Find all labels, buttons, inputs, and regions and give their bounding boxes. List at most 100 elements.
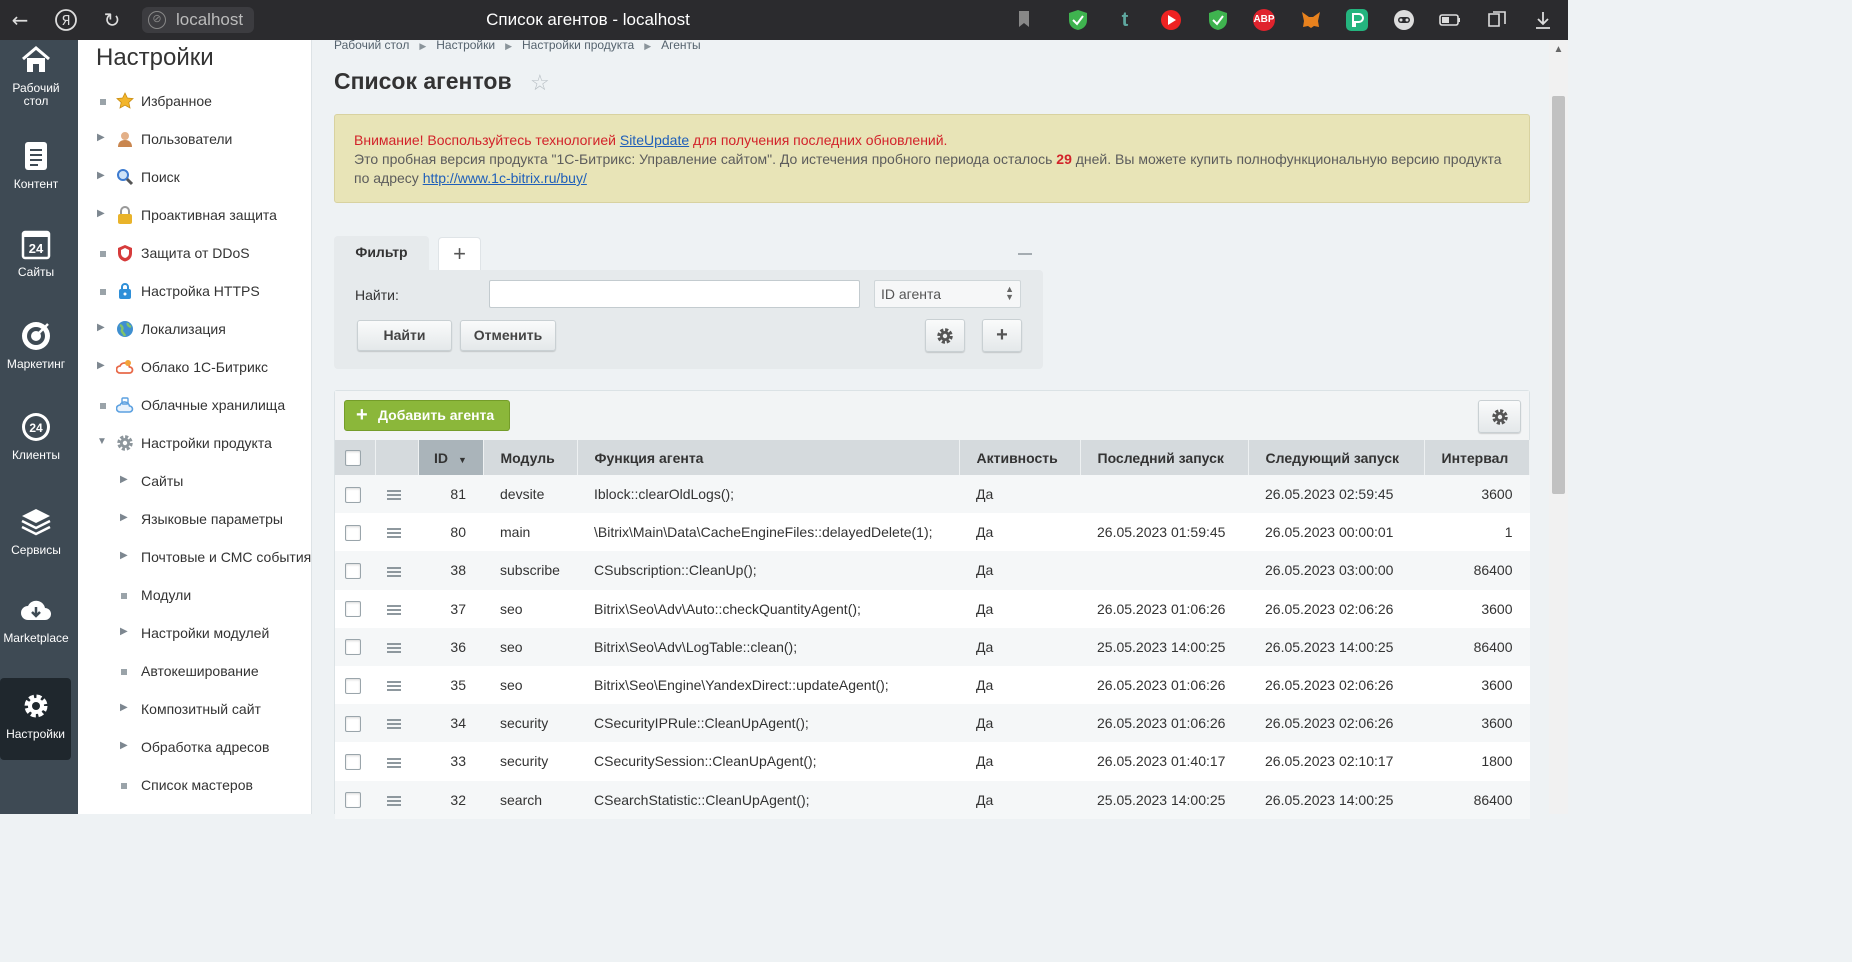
add-filter-tab-icon[interactable]: +	[438, 237, 481, 270]
tree-subitem-wizards[interactable]: Список мастеров	[78, 775, 312, 797]
tree-item-product-settings[interactable]: ▼ Настройки продукта	[78, 433, 312, 455]
row-checkbox[interactable]	[345, 563, 361, 580]
row-checkbox[interactable]	[345, 524, 361, 541]
tree-subitem-autocache[interactable]: Автокеширование	[78, 661, 312, 683]
row-menu-icon[interactable]	[387, 526, 401, 540]
table-row[interactable]: 35 seo Bitrix\Seo\Engine\YandexDirect::upd…	[335, 665, 1530, 705]
row-menu-icon[interactable]	[387, 488, 401, 502]
tree-subitem-modules[interactable]: Модули	[78, 585, 312, 607]
expand-arrow-icon[interactable]: ▶	[120, 740, 128, 751]
row-menu-icon[interactable]	[387, 717, 401, 731]
table-row[interactable]: 33 security CSecuritySession::CleanUpAgent…	[335, 742, 1530, 781]
row-menu-icon[interactable]	[387, 756, 401, 770]
table-row[interactable]: 37 seo Bitrix\Seo\Adv\Auto::checkQuantityA…	[335, 589, 1530, 628]
row-menu-icon[interactable]	[387, 794, 401, 808]
tree-item-cloud[interactable]: ▶ Облако 1С-Битрикс	[78, 357, 312, 379]
scrollbar-thumb[interactable]	[1552, 96, 1565, 494]
tree-subitem-module-settings[interactable]: ▶ Настройки модулей	[78, 623, 312, 645]
pushbullet-icon[interactable]	[1346, 9, 1368, 31]
row-checkbox[interactable]	[345, 792, 361, 809]
expand-arrow-icon[interactable]: ▶	[97, 322, 105, 333]
expand-arrow-icon[interactable]: ▶	[97, 170, 105, 181]
breadcrumb-item[interactable]: Рабочий стол	[334, 38, 409, 52]
table-row[interactable]: 80 main \Bitrix\Main\Data\CacheEngineFiles…	[335, 513, 1530, 552]
download-icon[interactable]	[1532, 9, 1554, 31]
tree-item-https[interactable]: Настройка HTTPS	[78, 281, 312, 303]
nav-clients[interactable]: 24 Клиенты	[0, 411, 72, 462]
table-row[interactable]: 34 security CSecurityIPRule::CleanUpAgent(…	[335, 704, 1530, 743]
find-field-select[interactable]: ID агента ▲ ▼	[874, 280, 1021, 308]
row-checkbox[interactable]	[345, 486, 361, 503]
find-input[interactable]	[489, 280, 860, 308]
collapse-arrow-icon[interactable]: ▼	[97, 436, 107, 447]
nav-marketplace[interactable]: Marketplace	[0, 594, 72, 645]
tree-item-users[interactable]: ▶ Пользователи	[78, 129, 312, 151]
nav-marketing[interactable]: Маркетинг	[0, 320, 72, 371]
row-menu-icon[interactable]	[387, 603, 401, 617]
table-row[interactable]: 32 search CSearchStatistic::CleanUpAgent()…	[335, 780, 1530, 819]
column-active[interactable]: Активность	[959, 440, 1081, 475]
column-last-run[interactable]: Последний запуск	[1080, 440, 1249, 475]
expand-arrow-icon[interactable]: ▶	[97, 360, 105, 371]
row-menu-icon[interactable]	[387, 679, 401, 693]
expand-arrow-icon[interactable]: ▶	[97, 132, 105, 143]
breadcrumb-item[interactable]: Агенты	[661, 38, 701, 52]
row-menu-icon[interactable]	[387, 565, 401, 579]
breadcrumb-item[interactable]: Настройки	[436, 38, 495, 52]
nav-services[interactable]: Сервисы	[0, 506, 72, 557]
cancel-button[interactable]: Отменить	[460, 320, 556, 351]
robot-icon[interactable]	[1393, 9, 1415, 31]
nav-settings[interactable]: Настройки	[0, 678, 71, 760]
row-menu-icon[interactable]	[387, 641, 401, 655]
column-function[interactable]: Функция агента	[577, 440, 960, 475]
nav-sites[interactable]: 24 Сайты	[0, 228, 72, 279]
expand-arrow-icon[interactable]: ▶	[120, 626, 128, 637]
youtube-icon[interactable]	[1160, 9, 1182, 31]
table-row[interactable]: 81 devsite Iblock::clearOldLogs(); Да 26.05.…	[335, 475, 1530, 514]
row-checkbox[interactable]	[345, 715, 361, 732]
expand-arrow-icon[interactable]: ▶	[120, 474, 128, 485]
tree-subitem-mail-events[interactable]: ▶ Почтовые и СМС события	[78, 547, 312, 569]
collections-icon[interactable]	[1486, 9, 1508, 31]
bookmark-icon[interactable]	[1013, 9, 1035, 31]
row-checkbox[interactable]	[345, 601, 361, 618]
adguard-shield-icon[interactable]	[1067, 9, 1089, 31]
address-bar[interactable]: ⊘ localhost	[142, 7, 254, 33]
tumblr-icon[interactable]: t	[1114, 9, 1136, 31]
grid-settings-button[interactable]	[1478, 400, 1521, 433]
minimize-filter-icon[interactable]	[1018, 253, 1032, 255]
column-module[interactable]: Модуль	[483, 440, 578, 475]
metamask-fox-icon[interactable]	[1300, 9, 1322, 31]
expand-arrow-icon[interactable]: ▶	[97, 208, 105, 219]
column-interval[interactable]: Интервал	[1424, 440, 1530, 475]
row-checkbox[interactable]	[345, 754, 361, 771]
buy-link[interactable]: http://www.1c-bitrix.ru/buy/	[423, 170, 587, 186]
siteupdate-link[interactable]: SiteUpdate	[620, 132, 689, 148]
filter-tab[interactable]: Фильтр	[334, 236, 429, 270]
tree-item-localization[interactable]: ▶ Локализация	[78, 319, 312, 341]
select-all-checkbox[interactable]	[345, 450, 361, 467]
table-row[interactable]: 36 seo Bitrix\Seo\Adv\LogTable::clean(); Да…	[335, 627, 1530, 666]
expand-arrow-icon[interactable]: ▶	[120, 702, 128, 713]
tree-subitem-composite[interactable]: ▶ Композитный сайт	[78, 699, 312, 721]
nav-desktop[interactable]: Рабочий стол	[0, 44, 72, 108]
tree-subitem-language[interactable]: ▶ Языковые параметры	[78, 509, 312, 531]
adblock-plus-icon[interactable]: ABP	[1253, 9, 1275, 31]
tree-item-proactive[interactable]: ▶ Проактивная защита	[78, 205, 312, 227]
table-row[interactable]: 38 subscribe CSubscription::CleanUp(); Да 26…	[335, 551, 1530, 590]
row-checkbox[interactable]	[345, 677, 361, 694]
breadcrumb-item[interactable]: Настройки продукта	[522, 38, 634, 52]
reload-icon[interactable]: ↻	[98, 6, 126, 34]
find-button[interactable]: Найти	[357, 320, 452, 351]
scroll-up-arrow-icon[interactable]: ▲	[1549, 44, 1568, 60]
add-filter-field-button[interactable]: +	[982, 319, 1022, 352]
tree-subitem-sites[interactable]: ▶ Сайты	[78, 471, 312, 493]
favorite-star-icon[interactable]: ☆	[530, 70, 550, 96]
tree-item-ddos[interactable]: Защита от DDoS	[78, 243, 312, 265]
battery-icon[interactable]	[1439, 9, 1461, 31]
add-agent-button[interactable]: + Добавить агента	[344, 400, 510, 431]
tree-subitem-url-rewrite[interactable]: ▶ Обработка адресов	[78, 737, 312, 759]
column-next-run[interactable]: Следующий запуск	[1248, 440, 1425, 475]
nav-content[interactable]: Контент	[0, 140, 72, 191]
expand-arrow-icon[interactable]: ▶	[120, 550, 128, 561]
